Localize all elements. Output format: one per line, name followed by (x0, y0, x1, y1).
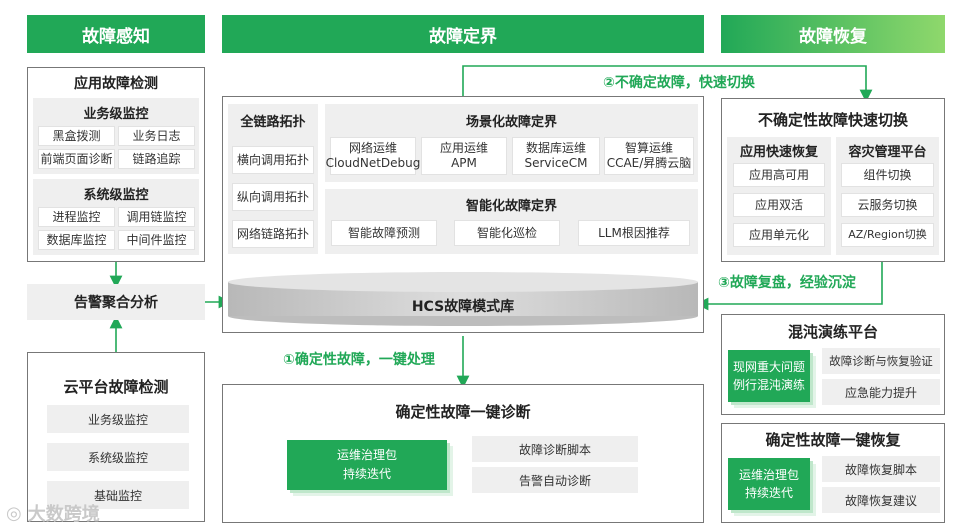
trace-tracking: 链路追踪 (118, 149, 195, 169)
diagnose-ops-package-l2: 持续迭代 (342, 467, 391, 481)
cloud-business-monitor: 业务级监控 (47, 405, 189, 433)
app-recovery-title: 应用快速恢复 (739, 144, 818, 160)
app-active-active: 应用双活 (733, 193, 825, 217)
network-topology: 网络链路拓扑 (232, 220, 314, 248)
system-monitor-title: 系统级监控 (83, 187, 149, 203)
diagnose-title: 确定性故障一键诊断 (395, 402, 531, 421)
component-switch: 组件切换 (841, 163, 934, 187)
ai-ops-l2: CCAE/昇腾云脑 (606, 156, 692, 170)
recovery-advice: 故障恢复建议 (822, 487, 940, 513)
cloud-system-monitor: 系统级监控 (47, 443, 189, 471)
flow1-label: ①确定性故障，一键处理 (283, 352, 435, 368)
diagnose-recovery-verify: 故障诊断与恢复验证 (822, 348, 940, 374)
network-ops-l1: 网络运维 (348, 141, 397, 155)
app-detect-title: 应用故障检测 (74, 76, 158, 92)
header-recovery: 故障恢复 (721, 15, 945, 53)
db-ops-l2: ServiceCM (524, 156, 588, 170)
db-ops-l1: 数据库运维 (525, 141, 586, 155)
db-ops: 数据库运维 ServiceCM (512, 137, 600, 175)
intelligent-title: 智能化故障定界 (465, 198, 557, 214)
header-demarcation: 故障定界 (222, 15, 704, 53)
topology-title: 全链路拓扑 (240, 114, 306, 130)
blackbox-probe: 黑盒拨测 (38, 126, 115, 146)
watermark: ◎ 大数跨境 (6, 500, 100, 526)
switch-title: 不确定性故障快速切换 (757, 110, 908, 129)
flow3-label: ③故障复盘，经验沉淀 (718, 275, 856, 291)
recover-ops-package-l1: 运维治理包 (738, 468, 799, 482)
process-monitor: 进程监控 (38, 207, 115, 227)
fault-prediction: 智能故障预测 (331, 220, 437, 246)
ai-ops: 智算运维 CCAE/昇腾云脑 (604, 137, 694, 175)
middleware-monitor: 中间件监控 (118, 230, 195, 250)
vertical-topology: 纵向调用拓扑 (232, 183, 314, 211)
smart-inspection: 智能化巡检 (454, 220, 560, 246)
az-region-switch: AZ/Region切换 (841, 223, 934, 247)
app-high-availability: 应用高可用 (733, 163, 825, 187)
recover-ops-package: 运维治理包 持续迭代 (728, 458, 810, 510)
diagnose-ops-package-l1: 运维治理包 (336, 447, 397, 462)
scene-title: 场景化故障定界 (465, 114, 557, 130)
cloud-service-switch: 云服务切换 (841, 193, 934, 217)
app-ops: 应用运维 APM (421, 137, 507, 175)
diagnose-ops-package: 运维治理包 持续迭代 (287, 440, 447, 490)
flow2-label: ②不确定故障，快速切换 (603, 75, 755, 91)
recover-title: 确定性故障一键恢复 (765, 430, 901, 449)
watermark-logo-icon: ◎ (6, 502, 22, 524)
app-unitization: 应用单元化 (733, 223, 825, 247)
network-ops-l2: CloudNetDebug (325, 156, 421, 170)
ai-ops-l1: 智算运维 (624, 141, 673, 155)
horizontal-topology: 横向调用拓扑 (232, 146, 314, 174)
recover-ops-package-l2: 持续迭代 (744, 486, 793, 500)
emergency-capability: 应急能力提升 (822, 379, 940, 405)
database-monitor: 数据库监控 (38, 230, 115, 250)
header-perception: 故障感知 (27, 15, 205, 53)
alarm-auto-diagnose: 告警自动诊断 (472, 467, 638, 493)
diagnose-script: 故障诊断脚本 (472, 436, 638, 462)
chaos-drill-l2: 例行混沌演练 (732, 378, 805, 392)
watermark-text: 大数跨境 (27, 504, 100, 525)
recovery-script: 故障恢复脚本 (822, 456, 940, 482)
frontend-diagnosis: 前端页面诊断 (38, 149, 115, 169)
app-ops-l2: APM (451, 156, 477, 170)
chaos-drill-l1: 现网重大问题 (732, 360, 805, 374)
chaos-title: 混沌演练平台 (787, 322, 878, 341)
app-ops-l1: 应用运维 (439, 141, 488, 155)
business-log: 业务日志 (118, 126, 195, 146)
dr-platform-title: 容灾管理平台 (848, 144, 927, 160)
chaos-drill-box: 现网重大问题 例行混沌演练 (728, 350, 810, 402)
network-ops: 网络运维 CloudNetDebug (326, 137, 420, 175)
cloud-detect-title: 云平台故障检测 (63, 377, 169, 396)
hcs-library-label: HCS故障模式库 (411, 299, 515, 315)
business-monitor-title: 业务级监控 (83, 106, 149, 122)
alarm-aggregation: 告警聚合分析 (27, 284, 205, 320)
llm-root-cause: LLM根因推荐 (578, 220, 690, 246)
callchain-monitor: 调用链监控 (118, 207, 195, 227)
